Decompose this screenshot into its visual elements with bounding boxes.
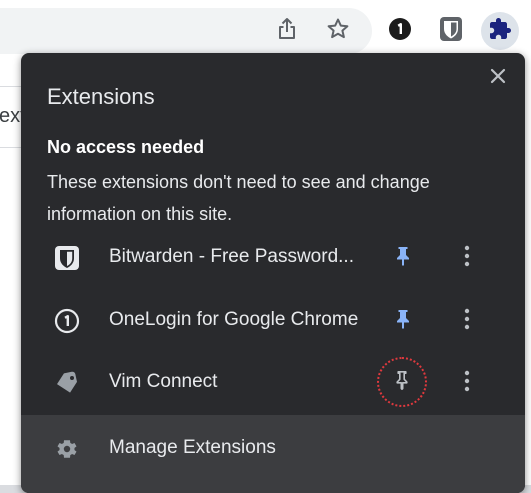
pin-button[interactable] <box>389 307 417 335</box>
more-vert-icon <box>464 308 470 335</box>
bitwarden-icon <box>439 16 463 47</box>
popup-title: Extensions <box>47 84 155 109</box>
more-options-button[interactable] <box>455 244 479 272</box>
close-button[interactable] <box>484 64 512 92</box>
extension-name: OneLogin for Google Chrome <box>109 309 359 330</box>
more-options-button[interactable] <box>455 369 479 397</box>
extension-row-vim-connect[interactable]: Vim Connect <box>21 352 525 414</box>
gear-icon <box>53 435 81 463</box>
section-description: These extensions don't need to see and c… <box>47 172 430 224</box>
extensions-button[interactable] <box>481 12 519 50</box>
close-icon <box>490 68 506 89</box>
manage-extensions-label: Manage Extensions <box>109 437 276 458</box>
pin-button[interactable] <box>389 244 417 272</box>
more-vert-icon <box>464 245 470 272</box>
bitwarden-icon <box>53 244 81 272</box>
extension-row-bitwarden[interactable]: Bitwarden - Free Password... <box>21 227 525 289</box>
pin-icon <box>395 309 411 334</box>
extension-name: Vim Connect <box>109 371 218 392</box>
extension-row-onelogin[interactable]: OneLogin for Google Chrome <box>21 290 525 352</box>
more-options-button[interactable] <box>455 307 479 335</box>
onelogin-toolbar-button[interactable] <box>381 12 419 50</box>
pin-icon <box>395 246 411 271</box>
onelogin-icon <box>388 17 412 46</box>
share-icon <box>276 17 298 46</box>
pin-button-highlighted[interactable] <box>377 357 427 407</box>
bitwarden-toolbar-button[interactable] <box>432 12 470 50</box>
more-vert-icon <box>464 370 470 397</box>
section-heading: No access needed <box>47 137 205 157</box>
manage-extensions-button[interactable]: Manage Extensions <box>21 415 525 493</box>
extensions-popup: Extensions No access needed These extens… <box>21 53 525 493</box>
extension-name: Bitwarden - Free Password... <box>109 246 354 267</box>
star-icon <box>326 17 350 46</box>
share-button[interactable] <box>268 12 306 50</box>
tag-icon <box>53 369 81 397</box>
bookmark-button[interactable] <box>319 12 357 50</box>
address-bar[interactable] <box>0 8 372 54</box>
pin-outline-icon <box>394 370 410 395</box>
onelogin-icon <box>53 307 81 335</box>
puzzle-icon <box>488 17 512 46</box>
